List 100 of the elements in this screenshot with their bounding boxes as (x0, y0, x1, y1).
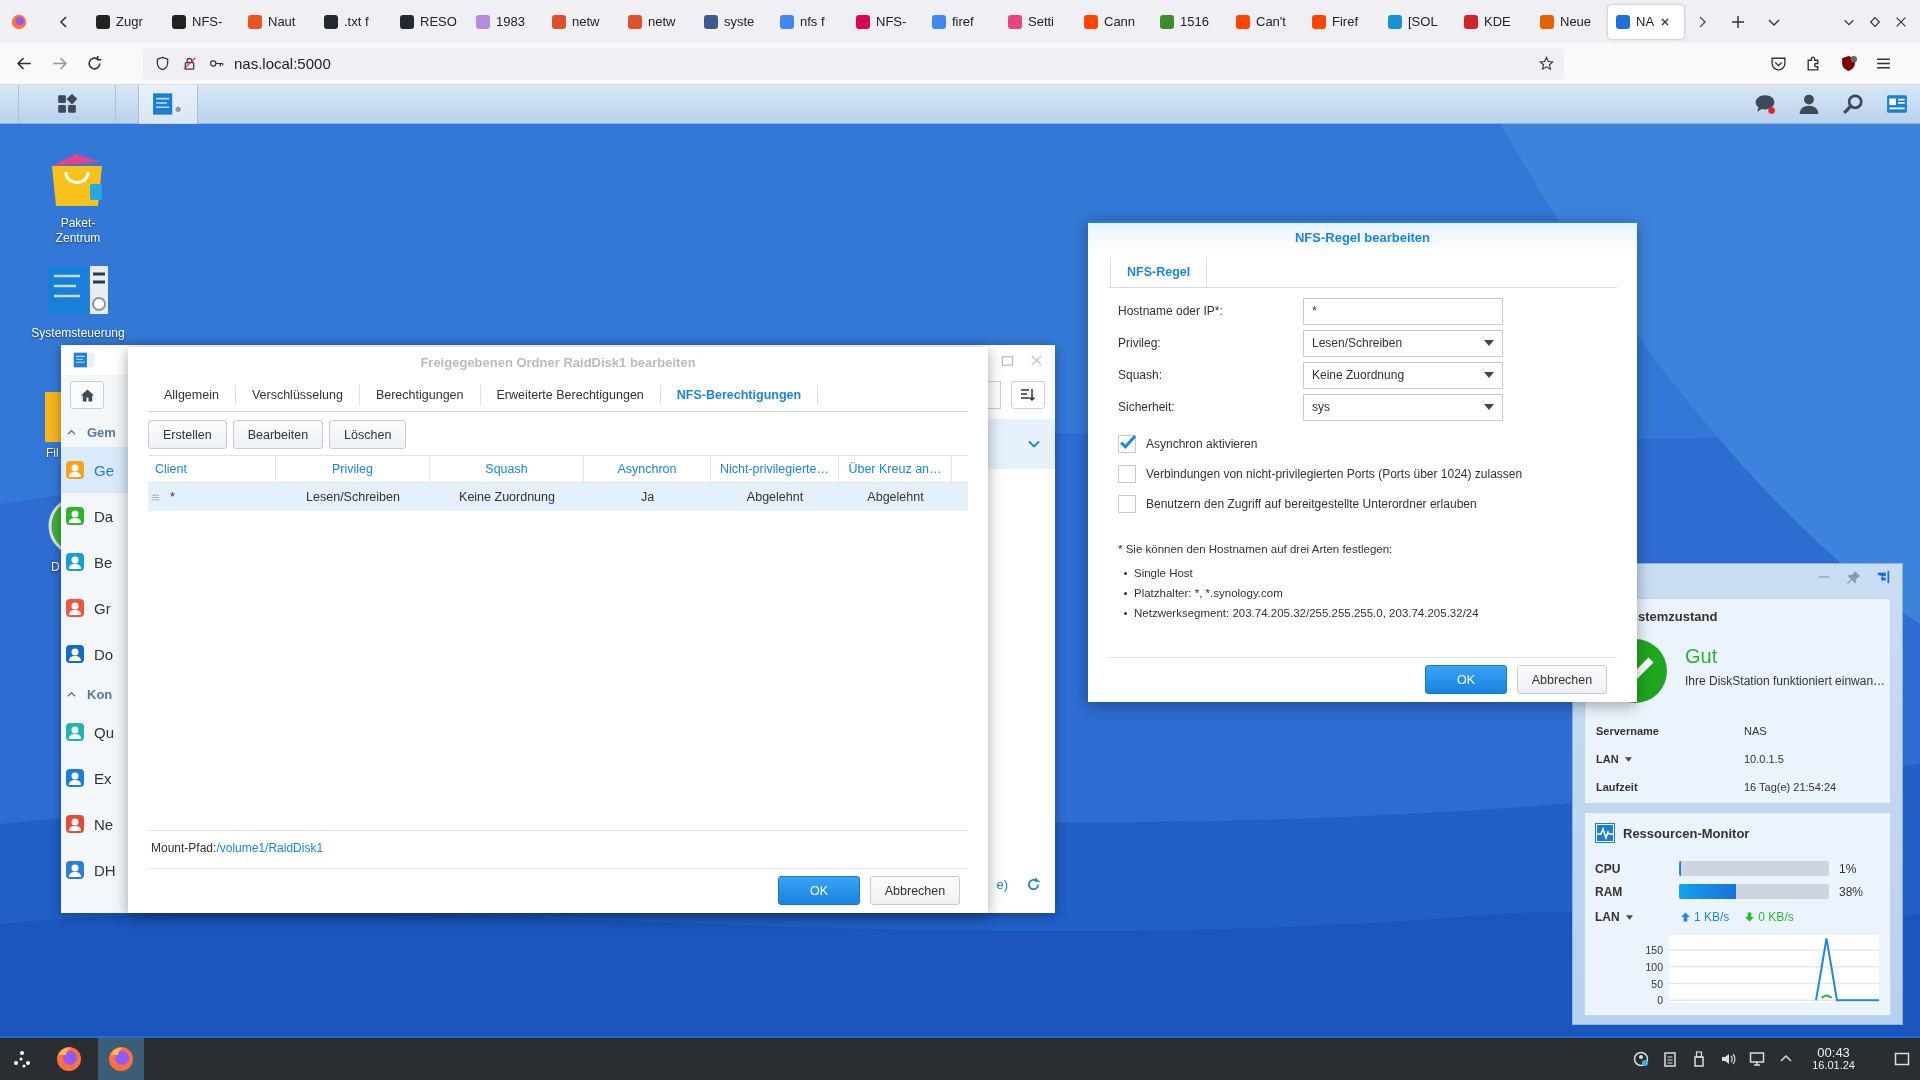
browser-tab[interactable]: [SOL (1380, 4, 1456, 39)
desktop-icon[interactable]: Paket-Zentrum (28, 148, 128, 246)
toolbar-button[interactable]: Löschen (329, 420, 407, 449)
browser-tab[interactable]: RESO (392, 4, 468, 39)
tab[interactable]: Berechtigungen (359, 385, 481, 405)
caret-down-icon[interactable] (1624, 756, 1632, 762)
browser-tab[interactable]: nfs f (772, 4, 848, 39)
sort-button[interactable] (1011, 381, 1045, 409)
shield-extension-icon[interactable] (1840, 55, 1857, 72)
column-header[interactable]: Privileg (276, 456, 430, 482)
tab[interactable]: Erweiterte Berechtigungen (480, 385, 661, 405)
browser-tab[interactable]: netw (620, 4, 696, 39)
browser-tab[interactable]: Firef (1304, 4, 1380, 39)
back-arrow-icon[interactable] (16, 55, 33, 72)
pocket-icon[interactable] (1770, 55, 1787, 72)
tab[interactable]: NFS-Berechtigungen (660, 385, 819, 405)
reload-icon[interactable] (86, 55, 103, 72)
browser-tab[interactable]: NFS- (164, 4, 240, 39)
toolbar-button[interactable]: Bearbeiten (232, 420, 324, 449)
browser-tab[interactable]: NFS- (848, 4, 924, 39)
info-value: 10.0.1.5 (1744, 753, 1784, 765)
launcher-icon[interactable] (12, 1049, 32, 1069)
home-icon (79, 387, 95, 403)
browser-tab[interactable]: firef (924, 4, 1000, 39)
column-header[interactable]: Squash (430, 456, 584, 482)
section-header: Kon (87, 686, 113, 702)
dropdown[interactable]: Lesen/Schreiben (1303, 329, 1503, 357)
browser-tab[interactable]: Setti (1000, 4, 1076, 39)
dropdown[interactable]: sys (1303, 393, 1503, 421)
browser-tab[interactable]: syste (696, 4, 772, 39)
browser-tab[interactable]: .txt f (316, 4, 392, 39)
toolbar-button[interactable]: Erstellen (148, 420, 227, 449)
icon-label: D (51, 560, 60, 575)
sidebar-item[interactable]: Gr (61, 585, 128, 631)
caret-down-icon[interactable] (1625, 914, 1633, 920)
sidebar-item[interactable]: Do (61, 631, 128, 677)
table-cell-text: Abgelehnt (866, 489, 925, 506)
browser-tab[interactable]: NA (1608, 4, 1684, 39)
browser-tab[interactable]: Cann (1076, 4, 1152, 39)
cancel-button[interactable]: Abbrechen (870, 876, 960, 905)
column-header[interactable]: Nicht-privilegierte… (711, 456, 839, 482)
checkbox-label: Asynchron aktivieren (1146, 437, 1258, 451)
download-arrow-icon (1745, 912, 1755, 922)
drag-handle-icon[interactable] (151, 492, 160, 502)
control-panel-taskbar-button[interactable] (138, 84, 198, 124)
browser-menu-icon[interactable] (10, 12, 28, 31)
sidebar-item[interactable]: Ne (61, 801, 128, 847)
browser-tab[interactable]: netw (544, 4, 620, 39)
sidebar-item[interactable]: Qu (61, 709, 128, 755)
axis-tick-label: 0 (1657, 994, 1663, 1007)
column-header[interactable]: Asynchron (584, 456, 711, 482)
browser-tab[interactable]: KDE (1456, 4, 1532, 39)
cancel-button[interactable]: Abbrechen (1517, 665, 1607, 694)
sidebar-item[interactable]: Be (61, 539, 128, 585)
info-value: NAS (1744, 725, 1767, 737)
home-button[interactable] (70, 381, 104, 409)
column-header[interactable]: Über Kreuz an… (839, 456, 952, 482)
clipboard-icon[interactable] (1662, 1051, 1679, 1067)
tab[interactable]: Allgemein (148, 385, 236, 405)
sidebar-item[interactable]: Ex (61, 755, 128, 801)
close-icon[interactable] (1660, 16, 1671, 27)
column-header[interactable]: Client (148, 456, 276, 482)
browser-tab[interactable]: 1516 (1152, 4, 1228, 39)
tab[interactable]: NFS-Regel (1110, 257, 1208, 287)
user-icon[interactable] (1798, 93, 1820, 115)
browser-tab[interactable]: Zugr (88, 4, 164, 39)
panel-toggle-icon[interactable] (1877, 570, 1891, 584)
sidebar-item[interactable]: Da (61, 493, 128, 539)
star-icon[interactable] (1539, 56, 1554, 71)
mount-path-link[interactable]: /volume1/RaidDisk1 (216, 841, 324, 858)
browser-tab[interactable]: Can't (1228, 4, 1304, 39)
table-cell-text: * (169, 489, 176, 506)
volume-icon[interactable] (1720, 1051, 1737, 1067)
lock-slash-icon (182, 56, 197, 71)
checkbox[interactable] (1118, 495, 1136, 513)
checkbox[interactable] (1118, 465, 1136, 483)
refresh-icon[interactable] (1026, 876, 1041, 892)
widgets-icon[interactable] (1886, 93, 1908, 115)
taskbar-app[interactable] (98, 1038, 144, 1080)
address-bar[interactable]: nas.local:5000 (143, 47, 1564, 80)
dropdown[interactable]: Keine Zuordnung (1303, 361, 1503, 389)
monitor-icon[interactable] (1749, 1051, 1766, 1067)
table-row[interactable]: * Lesen/Schreiben Keine Zuordnung Ja Abgelehnt Abgelehnt (148, 483, 968, 511)
clock[interactable]: 00:43 16.01.24 (1812, 1046, 1855, 1072)
search-icon[interactable] (1842, 93, 1864, 115)
network-status-icon[interactable] (1633, 1051, 1650, 1067)
chat-icon[interactable] (1754, 93, 1776, 115)
main-menu-button[interactable] (18, 84, 116, 124)
maximize-icon[interactable] (1868, 14, 1882, 29)
forward-arrow-icon[interactable] (51, 55, 68, 72)
desktop-icon[interactable]: Systemsteuerung (28, 258, 128, 341)
browser-tab[interactable]: 1983 (468, 4, 544, 39)
plus-icon[interactable] (1730, 13, 1746, 30)
browser-tab[interactable]: Naut (240, 4, 316, 39)
tab[interactable]: Verschlüsselung (235, 385, 360, 405)
sidebar-item[interactable]: DH (61, 847, 128, 893)
input-field[interactable]: * (1303, 297, 1503, 325)
browser-tab[interactable]: Neue (1532, 4, 1608, 39)
show-desktop-icon[interactable] (1894, 1051, 1910, 1067)
checkbox[interactable] (1118, 435, 1136, 453)
